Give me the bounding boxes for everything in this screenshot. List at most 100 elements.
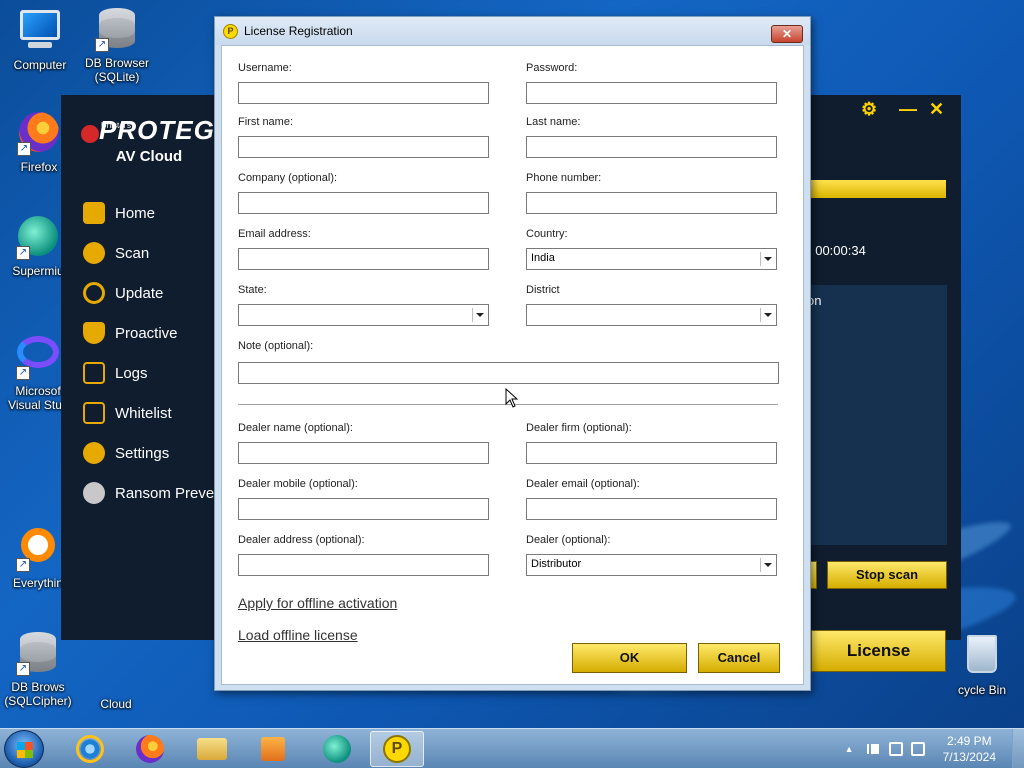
everything-icon: ↗ bbox=[16, 528, 60, 572]
dealer-mobile-label: Dealer mobile (optional): bbox=[238, 478, 358, 490]
media-player-icon bbox=[261, 737, 285, 761]
nav-label: Home bbox=[115, 204, 156, 222]
cancel-button[interactable]: Cancel bbox=[698, 643, 780, 673]
desktop-icon-db-browser-sqlite[interactable]: ↗ DB Browser (SQLite) bbox=[79, 8, 155, 84]
state-label: State: bbox=[238, 284, 267, 296]
taskbar-internet-explorer[interactable] bbox=[63, 731, 117, 767]
nav-label: Proactive bbox=[115, 324, 178, 342]
stop-scan-button[interactable]: Stop scan bbox=[827, 561, 947, 589]
flag-icon[interactable] bbox=[866, 744, 881, 754]
dealer-email-field[interactable] bbox=[526, 498, 777, 520]
brand-sub: AV Cloud bbox=[115, 148, 183, 165]
nav-label: Ransom Preve bbox=[115, 484, 215, 502]
nav-scan[interactable]: Scan bbox=[83, 236, 223, 270]
nav-whitelist[interactable]: Whitelist bbox=[83, 396, 223, 430]
dealer-address-label: Dealer address (optional): bbox=[238, 534, 365, 546]
minimize-icon[interactable]: — bbox=[899, 99, 917, 120]
desktop-icon-cloud[interactable]: Cloud bbox=[78, 697, 154, 711]
taskbar-media-player[interactable] bbox=[246, 731, 300, 767]
load-offline-license-link[interactable]: Load offline license bbox=[238, 627, 358, 643]
dialog-body: Username: Password: First name: Last nam… bbox=[221, 45, 804, 685]
desktop-icon-label: DB Brows (SQLCipher) bbox=[4, 680, 72, 708]
dealer-select[interactable]: Distributor bbox=[526, 554, 777, 576]
supermium-icon: ↗ bbox=[16, 216, 60, 260]
company-field[interactable] bbox=[238, 192, 489, 214]
phone-field[interactable] bbox=[526, 192, 777, 214]
shield-icon bbox=[83, 322, 105, 344]
taskbar-protegent[interactable]: P bbox=[370, 731, 424, 767]
taskbar-supermium[interactable] bbox=[310, 731, 364, 767]
protegent-logo-icon: P bbox=[223, 23, 238, 39]
ok-button[interactable]: OK bbox=[572, 643, 687, 673]
settings-gear-icon bbox=[83, 442, 105, 464]
dealer-name-label: Dealer name (optional): bbox=[238, 422, 353, 434]
dealer-name-field[interactable] bbox=[238, 442, 489, 464]
protegent-icon: P bbox=[383, 735, 411, 763]
first-name-label: First name: bbox=[238, 116, 294, 128]
nav-ransom-prevention[interactable]: Ransom Preve bbox=[83, 476, 223, 510]
country-label: Country: bbox=[526, 228, 568, 240]
dialog-title: License Registration bbox=[244, 24, 353, 38]
state-select[interactable] bbox=[238, 304, 489, 326]
firefox-icon bbox=[136, 735, 164, 763]
password-field[interactable] bbox=[526, 82, 777, 104]
chevron-down-icon[interactable] bbox=[760, 252, 774, 266]
supermium-icon bbox=[323, 735, 351, 763]
username-field[interactable] bbox=[238, 82, 489, 104]
nav-home[interactable]: Home bbox=[83, 196, 223, 230]
start-button[interactable] bbox=[4, 730, 44, 768]
taskbar-clock[interactable]: 2:49 PM 7/13/2024 bbox=[943, 733, 996, 765]
first-name-field[interactable] bbox=[238, 136, 489, 158]
panel-text: on bbox=[807, 293, 822, 308]
desktop-icon-computer[interactable]: Computer bbox=[2, 8, 78, 72]
brand-logo-icon bbox=[81, 125, 99, 143]
chevron-down-icon[interactable] bbox=[760, 308, 774, 322]
chevron-down-icon[interactable] bbox=[472, 308, 486, 322]
nav-update[interactable]: Update bbox=[83, 276, 223, 310]
desktop-icon-label: DB Browser (SQLite) bbox=[84, 56, 149, 84]
show-hidden-icons-icon[interactable]: ▲ bbox=[845, 742, 859, 756]
phone-label: Phone number: bbox=[526, 172, 602, 184]
desktop-icon-recycle-bin[interactable]: cycle Bin bbox=[944, 632, 1020, 697]
dealer-firm-label: Dealer firm (optional): bbox=[526, 422, 632, 434]
scan-progress-bar bbox=[801, 180, 946, 198]
show-desktop-button[interactable] bbox=[1012, 729, 1024, 768]
nav-proactive[interactable]: Proactive bbox=[83, 316, 223, 350]
note-field[interactable] bbox=[238, 362, 779, 384]
license-registration-dialog: P License Registration ✕ Username: Passw… bbox=[214, 16, 811, 691]
company-label: Company (optional): bbox=[238, 172, 338, 184]
country-value: India bbox=[531, 252, 555, 264]
scan-icon bbox=[83, 242, 105, 264]
dealer-address-field[interactable] bbox=[238, 554, 489, 576]
volume-muted-icon[interactable] bbox=[910, 742, 925, 756]
taskbar-file-explorer[interactable] bbox=[185, 731, 239, 767]
desktop-icon-db-browser-sqlcipher[interactable]: ↗ DB Brows (SQLCipher) bbox=[0, 632, 76, 708]
email-field[interactable] bbox=[238, 248, 489, 270]
ransom-icon bbox=[83, 482, 105, 504]
mouse-cursor-icon bbox=[505, 388, 519, 408]
desktop-icon-label: Cloud bbox=[100, 697, 132, 711]
dialog-close-button[interactable]: ✕ bbox=[771, 25, 803, 43]
gear-icon[interactable]: ⚙ bbox=[861, 99, 877, 120]
folder-icon bbox=[197, 738, 227, 760]
dealer-email-label: Dealer email (optional): bbox=[526, 478, 640, 490]
taskbar-firefox[interactable] bbox=[123, 731, 177, 767]
dealer-mobile-field[interactable] bbox=[238, 498, 489, 520]
close-icon[interactable]: ✕ bbox=[929, 99, 944, 120]
last-name-field[interactable] bbox=[526, 136, 777, 158]
district-select[interactable] bbox=[526, 304, 777, 326]
nav-logs[interactable]: Logs bbox=[83, 356, 223, 390]
dealer-firm-field[interactable] bbox=[526, 442, 777, 464]
nav-settings[interactable]: Settings bbox=[83, 436, 223, 470]
db-browser-sqlite-icon: ↗ bbox=[95, 8, 139, 52]
brand-small: Unistal's bbox=[101, 121, 131, 130]
license-button[interactable]: License bbox=[811, 630, 946, 672]
scan-result-panel: on bbox=[801, 285, 947, 545]
dialog-titlebar[interactable]: P License Registration bbox=[215, 17, 810, 45]
logs-icon bbox=[83, 362, 105, 384]
chevron-down-icon[interactable] bbox=[760, 558, 774, 572]
network-icon[interactable] bbox=[888, 742, 903, 756]
offline-activation-link[interactable]: Apply for offline activation bbox=[238, 595, 397, 611]
country-select[interactable]: India bbox=[526, 248, 777, 270]
last-name-label: Last name: bbox=[526, 116, 581, 128]
